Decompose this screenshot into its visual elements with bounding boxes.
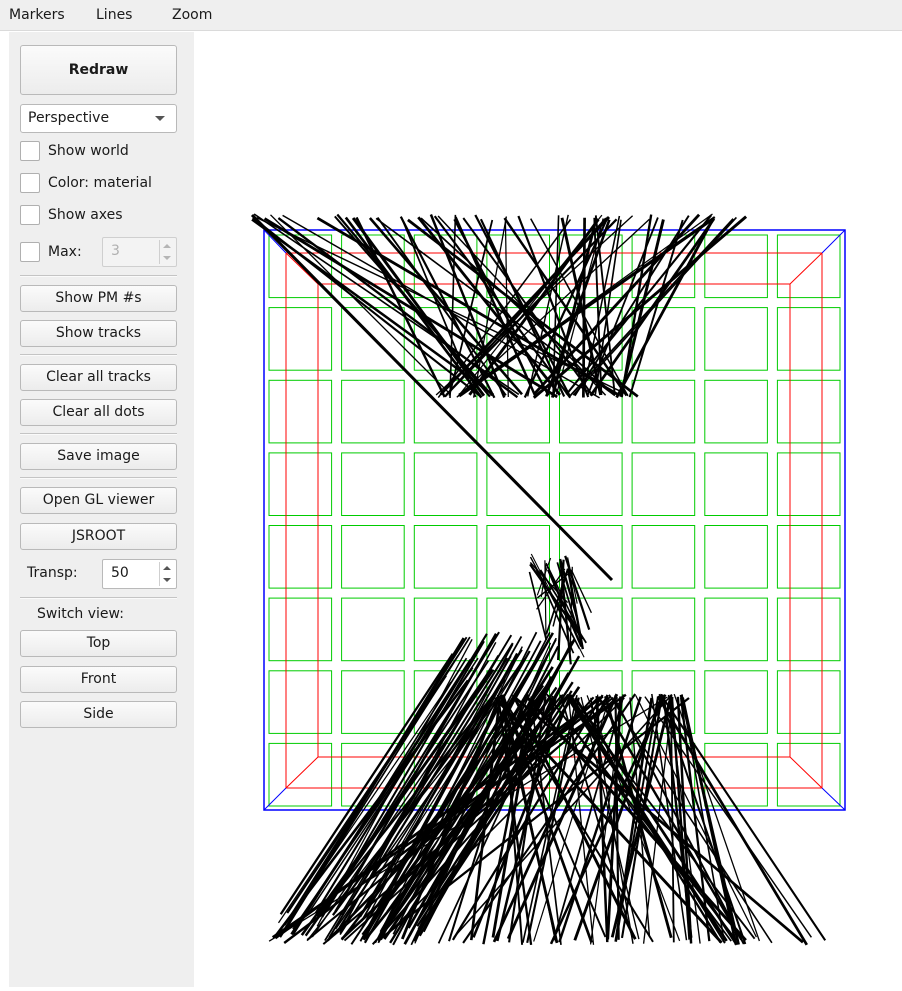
color-material-checkbox[interactable] [20, 173, 40, 193]
show-world-checkbox[interactable] [20, 141, 40, 161]
pm-outline [413, 597, 478, 662]
separator [20, 354, 177, 356]
color-material-label: Color: material [48, 175, 152, 191]
pm-outline [704, 597, 768, 662]
menu-markers[interactable]: Markers [9, 7, 65, 23]
spin-down-icon [163, 578, 171, 582]
max-spinbox-value: 3 [111, 243, 120, 259]
spin-up-icon [163, 244, 171, 248]
separator [20, 597, 177, 599]
menu-lines[interactable]: Lines [96, 7, 132, 23]
save-image-button[interactable]: Save image [20, 443, 177, 470]
projection-select[interactable]: Perspective [20, 104, 177, 133]
pm-outline [341, 597, 405, 662]
world-outline-edge [821, 229, 846, 254]
detector-frame-edge [285, 756, 319, 789]
pm-outline [341, 452, 405, 516]
show-tracks-button[interactable]: Show tracks [20, 320, 177, 347]
pm-outline [776, 597, 841, 662]
max-checkbox[interactable] [20, 242, 40, 262]
world-outline-edge [821, 787, 846, 811]
pm-outline [413, 452, 478, 516]
front-view-button[interactable]: Front [20, 666, 177, 693]
redraw-button[interactable]: Redraw [20, 45, 177, 95]
switch-view-label: Switch view: [37, 606, 124, 622]
separator [20, 275, 177, 277]
clear-all-dots-button[interactable]: Clear all dots [20, 399, 177, 426]
separator [20, 433, 177, 435]
pm-outline [559, 452, 623, 516]
geometry-viewport[interactable] [194, 32, 902, 987]
pm-outline [776, 307, 841, 371]
pm-outline [631, 525, 696, 589]
pm-outline [268, 307, 333, 371]
separator [20, 477, 177, 479]
pm-outline [704, 452, 768, 516]
detector-frame-edge [789, 252, 823, 285]
pm-outline [704, 307, 768, 371]
pm-outline [631, 452, 696, 516]
pm-outline [341, 525, 405, 589]
spin-down-icon [163, 256, 171, 260]
geometry-canvas[interactable] [194, 32, 902, 987]
open-gl-viewer-button[interactable]: Open GL viewer [20, 487, 177, 514]
pm-outline [268, 670, 333, 734]
pm-outline [268, 597, 333, 662]
transparency-spinbox-value: 50 [111, 565, 129, 581]
pm-outline [631, 597, 696, 662]
pm-outline [776, 525, 841, 589]
show-axes-checkbox[interactable] [20, 205, 40, 225]
pm-outline [413, 525, 478, 589]
pm-outline [704, 670, 768, 734]
projection-select-value: Perspective [28, 110, 110, 126]
chevron-down-icon [155, 116, 165, 121]
track-line [523, 693, 747, 942]
show-world-label: Show world [48, 143, 129, 159]
show-pm-numbers-button[interactable]: Show PM #s [20, 285, 177, 312]
world-outline-edge [263, 787, 287, 811]
control-sidebar: Redraw Perspective Show world Color: mat… [9, 32, 194, 987]
pm-outline [268, 379, 333, 444]
max-spinbox[interactable]: 3 [102, 237, 177, 267]
pm-outline [341, 379, 405, 444]
pm-outline [776, 379, 841, 444]
transparency-label: Transp: [27, 565, 78, 581]
pm-outline [776, 670, 841, 734]
pm-outline [268, 525, 333, 589]
pm-outline [704, 525, 768, 589]
transparency-spinbox[interactable]: 50 [102, 559, 177, 589]
menu-bar: Markers Lines Zoom [0, 0, 902, 31]
top-view-button[interactable]: Top [20, 630, 177, 657]
pm-outline [704, 379, 768, 444]
pm-outline [268, 452, 333, 516]
side-view-button[interactable]: Side [20, 701, 177, 728]
show-axes-label: Show axes [48, 207, 123, 223]
pm-outline [341, 670, 405, 734]
spin-up-icon [163, 566, 171, 570]
spin-arrows[interactable] [159, 562, 174, 586]
spin-arrows[interactable] [159, 240, 174, 264]
max-label: Max: [48, 244, 82, 260]
detector-frame-edge [789, 756, 823, 789]
pm-outline [631, 379, 696, 444]
clear-all-tracks-button[interactable]: Clear all tracks [20, 364, 177, 391]
menu-zoom[interactable]: Zoom [172, 7, 212, 23]
pm-outline [776, 452, 841, 516]
jsroot-button[interactable]: JSROOT [20, 523, 177, 550]
